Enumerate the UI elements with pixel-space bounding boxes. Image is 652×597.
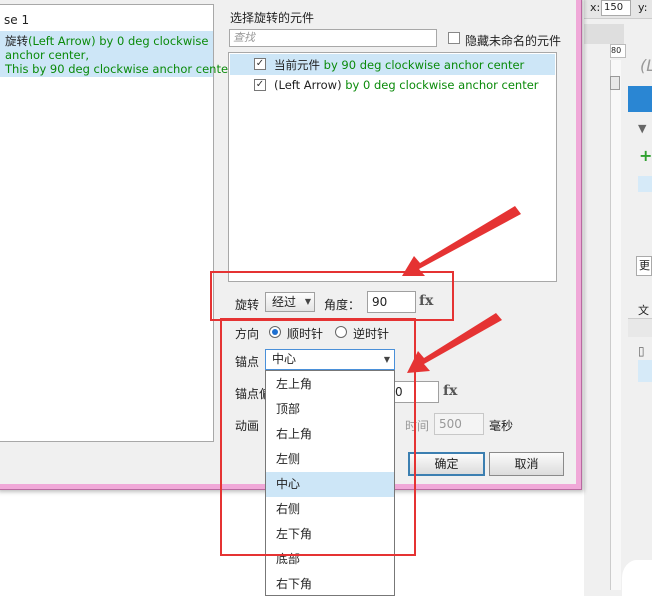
arrow-icon — [407, 313, 502, 373]
arrow-icon — [402, 206, 521, 276]
annotation-arrows — [402, 206, 521, 373]
